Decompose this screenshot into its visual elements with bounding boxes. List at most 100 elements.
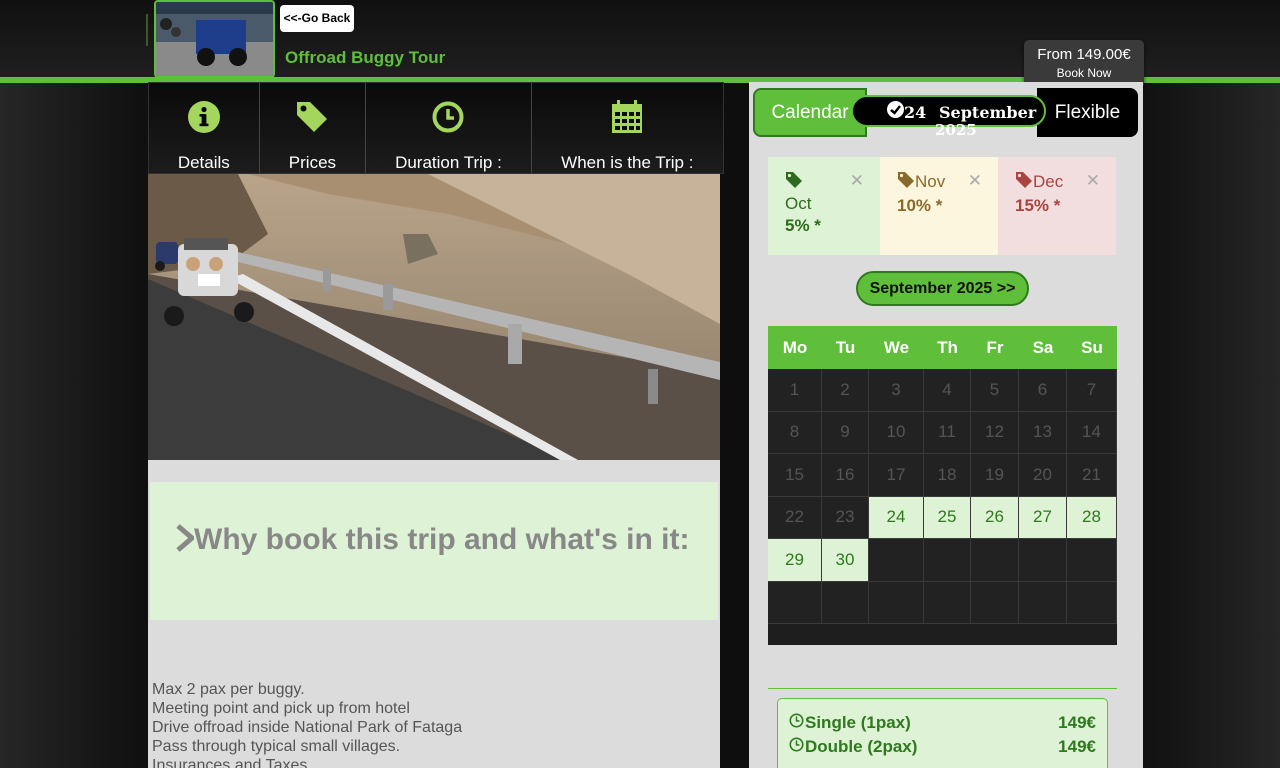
calendar-day: 20 xyxy=(1019,454,1067,497)
tab-when[interactable]: When is the Trip : xyxy=(531,83,723,173)
tab-prices[interactable]: Prices xyxy=(259,83,367,173)
price-option-value: 149€ xyxy=(1058,713,1096,732)
price-from-label: From 149.00€ xyxy=(1037,46,1131,63)
calendar-day: 1 xyxy=(768,369,822,412)
price-options: Single (1pax) 149€ Double (2pax) 149€ xyxy=(777,698,1108,768)
calendar-day[interactable]: 25 xyxy=(924,496,971,539)
tab-label: Duration Trip : xyxy=(395,153,502,172)
tab-duration[interactable]: Duration Trip : xyxy=(366,83,532,173)
calendar-day: 4 xyxy=(924,369,971,412)
divider xyxy=(768,688,1117,689)
calendar-day: 23 xyxy=(822,496,869,539)
calendar-empty-cell xyxy=(768,581,822,624)
calendar-day: 17 xyxy=(869,454,924,497)
promo-month: Oct xyxy=(785,194,812,213)
calendar-week-row: 1234567 xyxy=(768,369,1117,412)
calendar-day[interactable]: 27 xyxy=(1019,496,1067,539)
promo-discount: 5% * xyxy=(785,216,821,235)
calendar-day: 11 xyxy=(924,411,971,454)
list-item: Max 2 pax per buggy. xyxy=(152,681,305,698)
calendar-day: 6 xyxy=(1019,369,1067,412)
inclusions-list: Max 2 pax per buggy. Meeting point and p… xyxy=(152,680,462,768)
calendar-day: 19 xyxy=(971,454,1019,497)
selected-day: 24 xyxy=(904,103,927,122)
selected-year: 2025 xyxy=(935,121,977,139)
calendar-day: 8 xyxy=(768,411,822,454)
tour-title: Offroad Buggy Tour xyxy=(285,48,446,67)
tag-icon xyxy=(1015,172,1033,193)
tab-label: Prices xyxy=(288,153,337,172)
promo-nov[interactable]: Nov 10% * ✕ xyxy=(880,157,998,255)
weekday-label: Mo xyxy=(768,326,822,369)
flexible-mode-button[interactable]: Flexible xyxy=(1037,88,1138,137)
calendar-empty-cell xyxy=(971,581,1019,624)
calendar-mode-button[interactable]: Calendar xyxy=(753,88,867,137)
tag-icon xyxy=(295,99,329,135)
calendar-week-row xyxy=(768,581,1117,624)
list-item: Pass through typical small villages. xyxy=(152,738,401,755)
calendar-day: 22 xyxy=(768,496,822,539)
tab-details[interactable]: Details xyxy=(149,83,260,173)
close-icon[interactable]: ✕ xyxy=(1086,171,1100,191)
promo-dec[interactable]: Dec 15% * ✕ xyxy=(998,157,1116,255)
calendar-empty-cell xyxy=(1067,581,1117,624)
clock-icon xyxy=(789,735,804,759)
calendar-day[interactable]: 26 xyxy=(971,496,1019,539)
calendar-empty-cell xyxy=(1067,539,1117,582)
calendar-day[interactable]: 29 xyxy=(768,539,822,582)
list-item: Drive offroad inside National Park of Fa… xyxy=(152,719,463,736)
weekday-header: Mo Tu We Th Fr Sa Su xyxy=(768,326,1117,369)
price-option-single[interactable]: Single (1pax) 149€ xyxy=(789,711,1096,735)
calendar-week-row: 15 16 17 18 19 20 21 xyxy=(768,454,1117,497)
calendar-day: 10 xyxy=(869,411,924,454)
weekday-label: Sa xyxy=(1019,326,1067,369)
price-book-now-button[interactable]: From 149.00€ Book Now xyxy=(1024,40,1144,88)
calendar-day: 16 xyxy=(822,454,869,497)
calendar-day: 18 xyxy=(924,454,971,497)
weekday-label: Th xyxy=(924,326,971,369)
calendar-empty-cell xyxy=(924,581,971,624)
booking-calendar: Mo Tu We Th Fr Sa Su 1 2 3 4 5 6 7 8 9 10 11 12 13 14… xyxy=(768,326,1117,645)
calendar-day[interactable]: 24 xyxy=(869,496,924,539)
price-option-double[interactable]: Double (2pax) 149€ xyxy=(789,735,1096,759)
weekday-label: We xyxy=(869,326,924,369)
tour-thumbnail[interactable] xyxy=(154,0,275,78)
list-item: Meeting point and pick up from hotel xyxy=(152,700,410,717)
calendar-day[interactable]: 28 xyxy=(1067,496,1117,539)
weekday-label: Su xyxy=(1067,326,1117,369)
info-icon xyxy=(187,99,220,135)
info-tabs: Details Prices Duration Trip : When is t… xyxy=(148,82,724,174)
calendar-day: 2 xyxy=(822,369,869,412)
month-next-button[interactable]: September 2025 >> xyxy=(856,271,1029,306)
clock-icon xyxy=(432,99,464,135)
calendar-day: 21 xyxy=(1067,454,1117,497)
tab-label: Details xyxy=(177,153,230,172)
selected-month: September xyxy=(939,103,1037,122)
promo-oct[interactable]: Oct 5% * ✕ xyxy=(768,157,880,255)
calendar-day: 13 xyxy=(1019,411,1067,454)
calendar-day: 12 xyxy=(971,411,1019,454)
calendar-day: 15 xyxy=(768,454,822,497)
weekday-label: Fr xyxy=(971,326,1019,369)
calendar-empty-cell xyxy=(822,581,869,624)
header-accent-mark xyxy=(146,14,148,46)
calendar-grid: 1 2 3 4 5 6 7 8 9 10 11 12 13 14 15 16 17 18 19 20 21 22 23 24 2… xyxy=(768,369,1117,624)
promo-discount: 10% * xyxy=(897,196,943,215)
calendar-empty-cell xyxy=(869,539,924,582)
calendar-day: 5 xyxy=(971,369,1019,412)
tag-icon xyxy=(897,172,915,193)
calendar-empty-cell xyxy=(1019,581,1067,624)
chevron-right-icon xyxy=(174,524,196,561)
close-icon[interactable]: ✕ xyxy=(968,171,982,191)
go-back-button[interactable]: <<-Go Back xyxy=(280,5,354,32)
weekday-label: Tu xyxy=(822,326,869,369)
calendar-day: 3 xyxy=(869,369,924,412)
book-now-label: Book Now xyxy=(1056,66,1112,80)
promo-discount: 15% * xyxy=(1015,196,1061,215)
close-icon[interactable]: ✕ xyxy=(850,171,864,191)
tour-photo xyxy=(148,174,720,460)
clock-icon xyxy=(789,711,804,735)
why-book-section: Why book this trip and what's in it: xyxy=(150,482,718,620)
selected-date-pill[interactable]: 24 September 2025 xyxy=(851,95,1046,139)
calendar-day[interactable]: 30 xyxy=(822,539,869,582)
